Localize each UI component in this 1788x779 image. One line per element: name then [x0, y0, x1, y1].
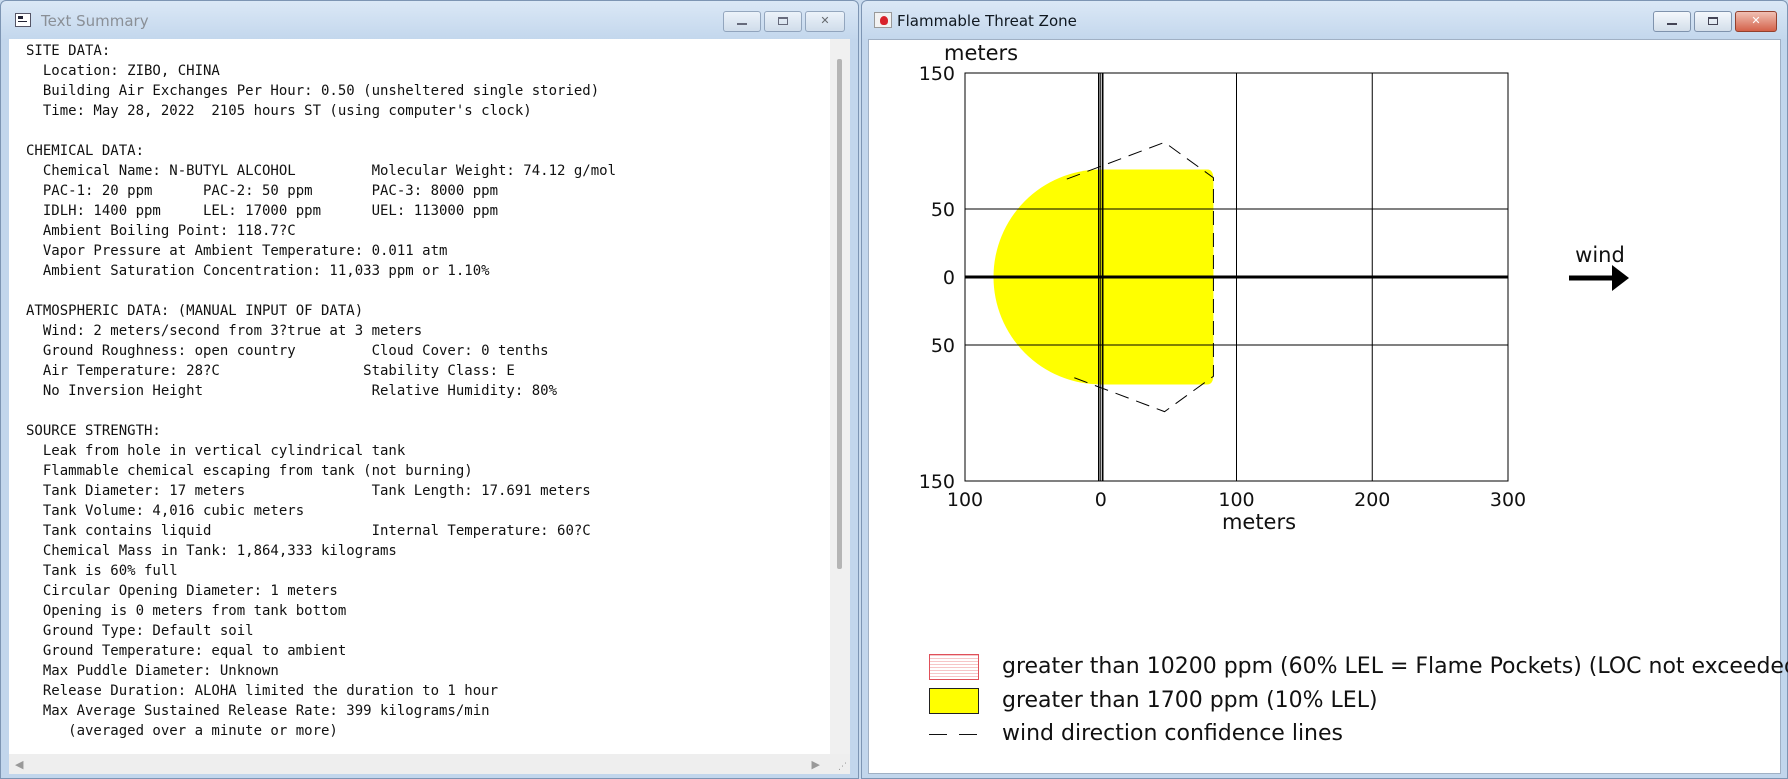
text-summary-icon — [15, 13, 31, 27]
flammable-icon — [874, 12, 892, 28]
window-title: Flammable Threat Zone — [897, 12, 1077, 30]
x-tick-label: 300 — [1490, 489, 1526, 511]
close-button[interactable]: ✕ — [805, 11, 845, 32]
y-tick-label: 150 — [919, 63, 955, 85]
minimize-icon — [737, 23, 747, 25]
scroll-right-icon[interactable]: ▶ — [812, 758, 820, 771]
legend-label: greater than 1700 ppm (10% LEL) — [1002, 688, 1378, 713]
y-tick-label: 50 — [931, 335, 955, 357]
threat-zone-plot-area: 100 0 100 200 300 150 50 0 50 150 meters meters w… — [868, 39, 1788, 774]
x-tick-label: 0 — [1095, 489, 1107, 511]
wind-label: wind — [1575, 243, 1625, 267]
legend-label: wind direction confidence lines — [1002, 721, 1343, 746]
y-tick-label: 0 — [943, 267, 955, 289]
vertical-scroll-thumb[interactable] — [837, 59, 842, 569]
yellow-zone-swatch — [929, 688, 979, 714]
x-axis-label: meters — [1222, 510, 1296, 534]
summary-text: SITE DATA: Location: ZIBO, CHINA Buildin… — [26, 43, 617, 739]
close-button[interactable]: ✕ — [1735, 11, 1777, 32]
title-bar[interactable]: Text Summary ✕ — [1, 1, 858, 39]
close-icon: ✕ — [1751, 14, 1761, 27]
scroll-left-icon[interactable]: ◀ — [15, 758, 23, 771]
flame-pockets-swatch — [929, 654, 979, 680]
x-tick-label: 100 — [1218, 489, 1254, 511]
maximize-button[interactable] — [1694, 11, 1732, 32]
text-summary-window: Text Summary ✕ SITE DATA: Location: ZIBO… — [0, 0, 859, 779]
minimize-button[interactable] — [1653, 11, 1691, 32]
text-summary-content: SITE DATA: Location: ZIBO, CHINA Buildin… — [9, 39, 850, 774]
maximize-icon — [1708, 17, 1718, 25]
vertical-scrollbar[interactable] — [830, 39, 850, 754]
maximize-button[interactable] — [764, 11, 802, 32]
y-tick-label: 150 — [919, 471, 955, 493]
resize-grip-icon[interactable]: ⋰ — [838, 762, 847, 772]
minimize-button[interactable] — [723, 11, 761, 32]
minimize-icon — [1667, 23, 1677, 25]
dashed-line-swatch — [929, 721, 979, 747]
close-icon: ✕ — [820, 14, 830, 27]
window-title: Text Summary — [41, 12, 149, 30]
wind-arrow-icon — [1569, 265, 1629, 291]
threat-zone-chart: 100 0 100 200 30015050050150 meters meters w… — [919, 41, 1629, 534]
title-bar[interactable]: Flammable Threat Zone ✕ — [862, 1, 1787, 39]
horizontal-scrollbar[interactable]: ◀ ▶ ⋰ — [9, 754, 850, 774]
maximize-icon — [778, 17, 788, 25]
y-axis-label: meters — [944, 41, 1018, 65]
legend-label: greater than 10200 ppm (60% LEL = Flame … — [1002, 654, 1788, 679]
y-tick-label: 50 — [931, 199, 955, 221]
x-tick-label: 200 — [1354, 489, 1390, 511]
threat-zone-window: Flammable Threat Zone ✕ 100 0 100 200 300 150… — [861, 0, 1788, 779]
